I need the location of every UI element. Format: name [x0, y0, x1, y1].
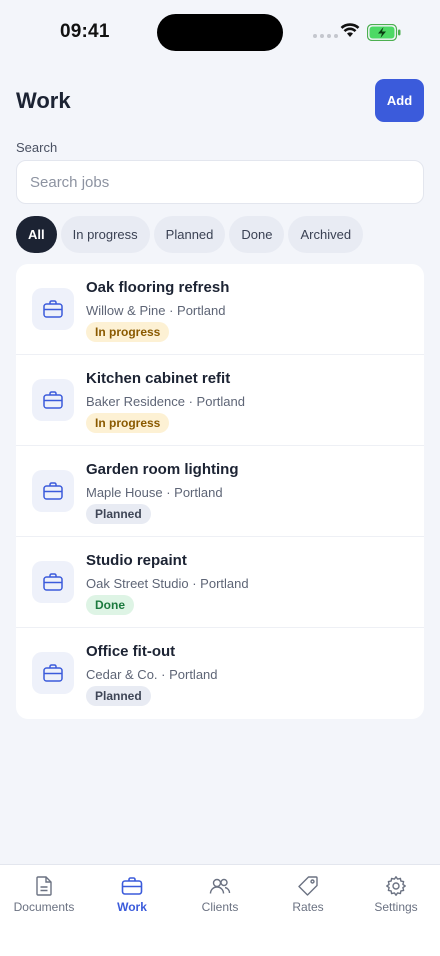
- job-title: Oak flooring refresh: [86, 279, 230, 296]
- job-row[interactable]: Kitchen cabinet refit Baker Residence · …: [16, 355, 424, 446]
- briefcase-icon: [32, 652, 74, 694]
- job-title: Studio repaint: [86, 552, 187, 569]
- gear-icon: [386, 876, 406, 896]
- briefcase-icon: [121, 877, 143, 895]
- job-row[interactable]: Garden room lighting Maple House · Portl…: [16, 446, 424, 537]
- job-row[interactable]: Studio repaint Oak Street Studio · Portl…: [16, 537, 424, 628]
- job-title: Office fit-out: [86, 643, 176, 660]
- search-label: Search: [16, 140, 58, 155]
- tab-label: Documents: [13, 900, 75, 914]
- tab-label: Settings: [374, 900, 418, 914]
- jobs-list: Oak flooring refresh Willow & Pine · Por…: [16, 264, 424, 719]
- job-subtitle: Oak Street Studio · Portland: [86, 576, 249, 591]
- job-subtitle: Willow & Pine · Portland: [86, 303, 226, 318]
- status-badge: Done: [86, 595, 134, 615]
- job-subtitle: Baker Residence · Portland: [86, 394, 245, 409]
- filter-chip-planned[interactable]: Planned: [153, 216, 226, 253]
- status-bar: 09:41: [0, 0, 440, 64]
- tab-rates[interactable]: Rates: [264, 865, 352, 925]
- dynamic-island: [157, 14, 283, 51]
- filter-chip-done[interactable]: Done: [229, 216, 285, 253]
- filter-chips: All In progress Planned Done Archived: [16, 216, 364, 253]
- status-badge: In progress: [86, 413, 170, 433]
- briefcase-icon: [32, 561, 74, 603]
- document-icon: [36, 876, 52, 896]
- search-input[interactable]: [16, 160, 424, 204]
- battery-icon: [367, 24, 401, 41]
- job-subtitle: Cedar & Co. · Portland: [86, 667, 218, 682]
- page-title: Work: [16, 88, 71, 113]
- tab-settings[interactable]: Settings: [352, 865, 440, 925]
- tab-clients[interactable]: Clients: [176, 865, 264, 925]
- status-badge: In progress: [86, 322, 170, 342]
- users-icon: [209, 878, 231, 894]
- filter-chip-in-progress[interactable]: In progress: [60, 216, 150, 253]
- job-title: Garden room lighting: [86, 461, 239, 478]
- briefcase-icon: [32, 470, 74, 512]
- wifi-icon: [340, 23, 360, 37]
- job-row[interactable]: Oak flooring refresh Willow & Pine · Por…: [16, 264, 424, 355]
- tab-label: Clients: [201, 900, 239, 914]
- job-row[interactable]: Office fit-out Cedar & Co. · Portland Pl…: [16, 628, 424, 719]
- tab-documents[interactable]: Documents: [0, 865, 88, 925]
- briefcase-icon: [32, 288, 74, 330]
- status-time: 09:41: [60, 21, 110, 42]
- add-job-button[interactable]: Add: [375, 79, 424, 122]
- filter-chip-all[interactable]: All: [16, 216, 57, 253]
- tab-label: Rates: [292, 900, 324, 914]
- status-badge: Planned: [86, 504, 151, 524]
- briefcase-icon: [32, 379, 74, 421]
- filter-chip-archived[interactable]: Archived: [288, 216, 364, 253]
- job-subtitle: Maple House · Portland: [86, 485, 223, 500]
- status-badge: Planned: [86, 686, 151, 706]
- tag-icon: [298, 876, 318, 896]
- tab-label: Work: [117, 900, 147, 914]
- tab-work[interactable]: Work: [88, 865, 176, 925]
- job-title: Kitchen cabinet refit: [86, 370, 231, 387]
- signal-icon: [313, 34, 338, 38]
- tab-bar: Documents Work Clients Rates Settings: [0, 864, 440, 956]
